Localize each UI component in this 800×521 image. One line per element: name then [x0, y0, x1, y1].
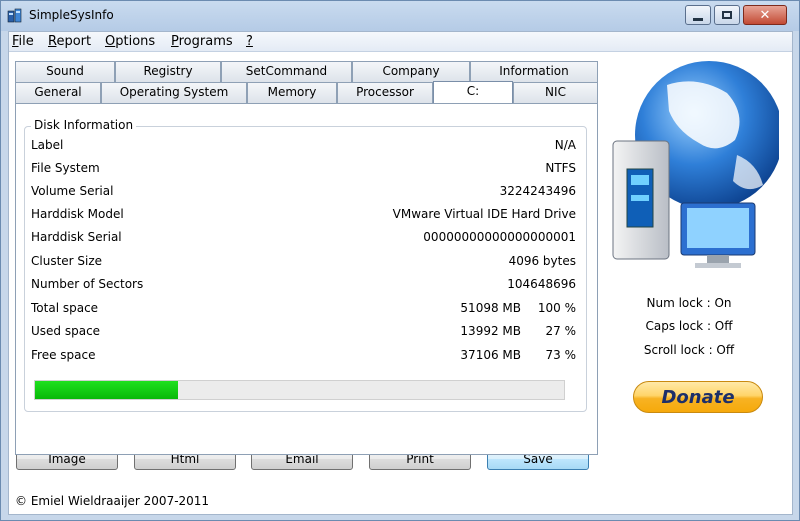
close-icon: ✕ — [759, 7, 771, 23]
disk-usage-progress-fill — [35, 381, 178, 399]
menu-programs[interactable]: Programs — [171, 34, 233, 49]
tab-setcommand[interactable]: SetCommand — [221, 61, 352, 82]
space-row-total: Total space 51098 MB 100 % — [31, 301, 576, 315]
menu-file[interactable]: File — [12, 34, 34, 49]
donate-button[interactable]: Donate — [633, 381, 763, 413]
app-icon — [7, 8, 22, 23]
tab-c-drive[interactable]: C: — [433, 81, 513, 103]
group-title: Disk Information — [31, 118, 137, 132]
globe-computer-icon — [612, 61, 779, 268]
info-row-harddisk-model: Harddisk Model VMware Virtual IDE Hard D… — [31, 207, 576, 221]
close-button[interactable]: ✕ — [743, 5, 787, 25]
minimize-icon — [693, 17, 703, 21]
tab-processor[interactable]: Processor — [337, 82, 433, 103]
scroll-lock-status: Scroll lock : Off — [643, 343, 735, 357]
tab-information[interactable]: Information — [470, 61, 598, 82]
disk-information-group: Disk Information Label N/A File System N… — [24, 118, 587, 412]
info-row-harddisk-serial: Harddisk Serial 00000000000000000001 — [31, 230, 576, 244]
menu-help[interactable]: ? — [246, 34, 253, 49]
menu-options[interactable]: Options — [105, 34, 155, 49]
tab-general[interactable]: General — [15, 82, 101, 103]
copyright-text: © Emiel Wieldraaijer 2007-2011 — [15, 494, 210, 508]
caps-lock-status: Caps lock : Off — [645, 319, 733, 333]
tab-company[interactable]: Company — [352, 61, 470, 82]
client-area: File Report Options Programs ? Sound Reg… — [8, 31, 793, 515]
app-window: SimpleSysInfo ✕ File Report Options Prog… — [0, 0, 800, 521]
info-row-file-system: File System NTFS — [31, 161, 576, 175]
num-lock-status: Num lock : On — [646, 296, 732, 310]
info-row-cluster-size: Cluster Size 4096 bytes — [31, 254, 576, 268]
info-row-number-of-sectors: Number of Sectors 104648696 — [31, 277, 576, 291]
minimize-button[interactable] — [685, 5, 711, 25]
maximize-icon — [722, 11, 732, 19]
tab-nic[interactable]: NIC — [513, 82, 598, 103]
disk-usage-progress-bar — [34, 380, 565, 400]
title-bar[interactable]: SimpleSysInfo ✕ — [1, 1, 799, 31]
tab-memory[interactable]: Memory — [247, 82, 337, 103]
menu-report[interactable]: Report — [48, 34, 91, 49]
tab-registry[interactable]: Registry — [115, 61, 221, 82]
tab-operating-system[interactable]: Operating System — [101, 82, 247, 103]
tab-sound[interactable]: Sound — [15, 61, 115, 82]
info-row-label: Label N/A — [31, 138, 576, 152]
disk-tab-panel: Disk Information Label N/A File System N… — [15, 103, 598, 455]
window-title: SimpleSysInfo — [29, 8, 114, 22]
info-row-volume-serial: Volume Serial 3224243496 — [31, 184, 576, 198]
space-row-used: Used space 13992 MB 27 % — [31, 324, 576, 338]
space-row-free: Free space 37106 MB 73 % — [31, 348, 576, 362]
maximize-button[interactable] — [714, 5, 740, 25]
